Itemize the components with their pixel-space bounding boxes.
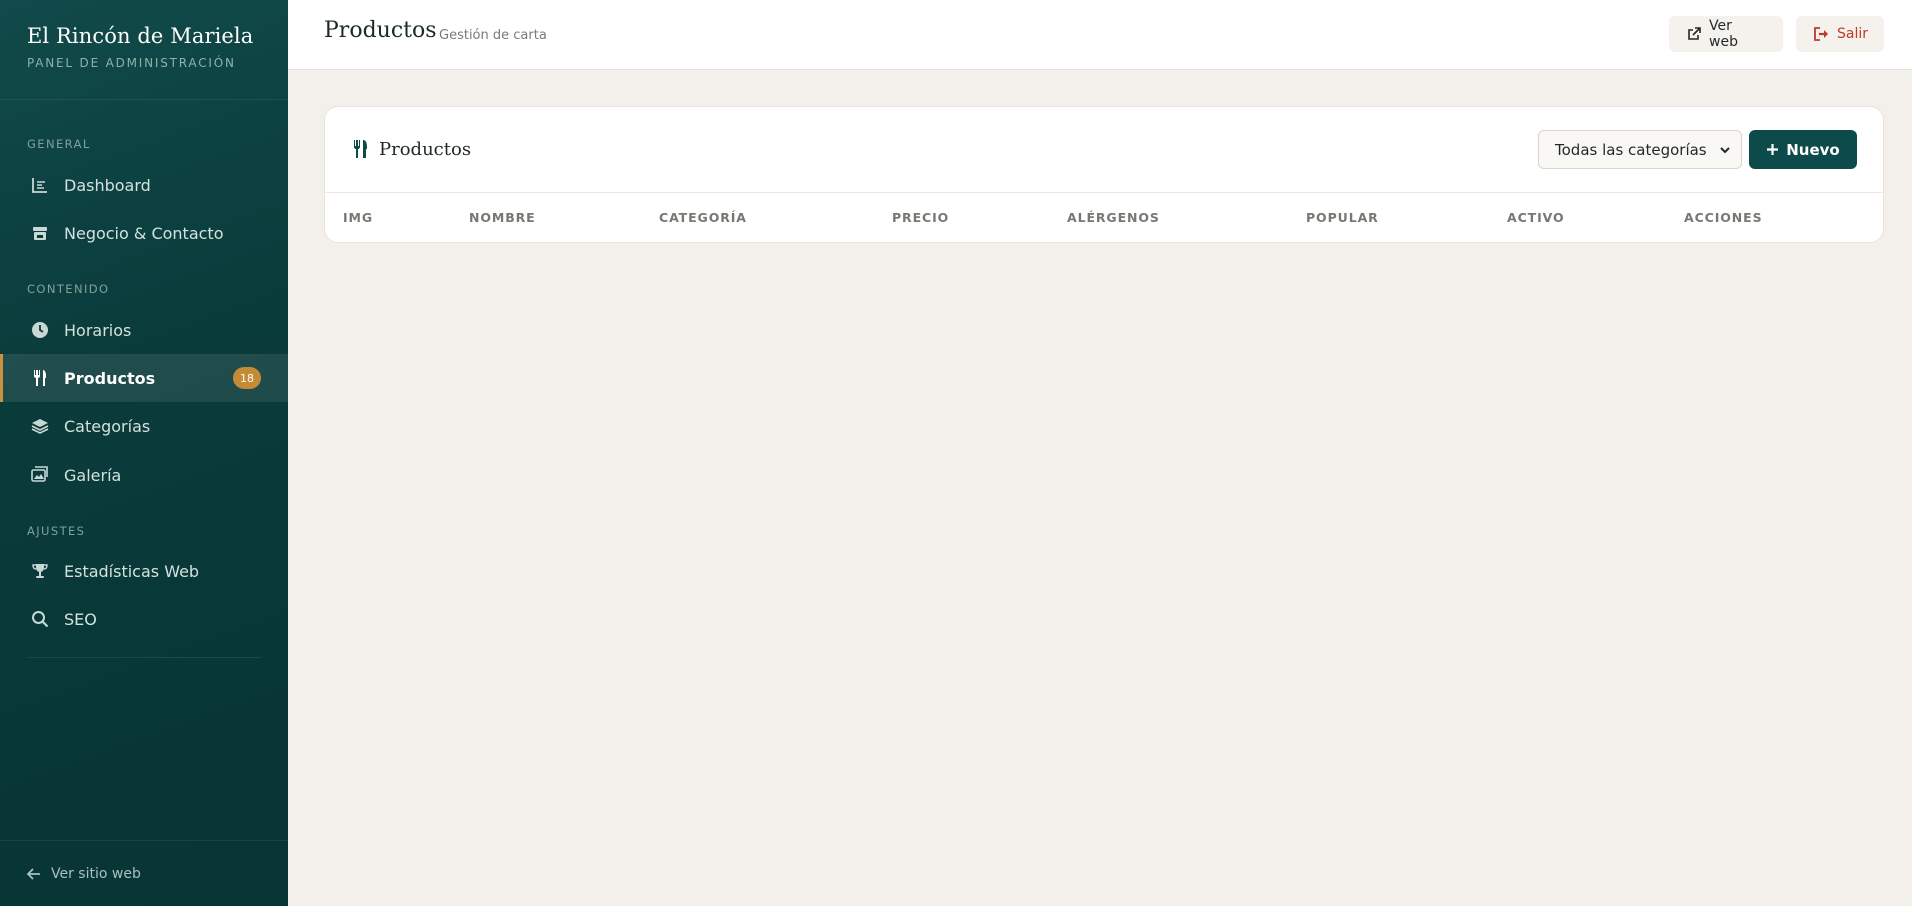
sidebar-item-label: Galería (64, 465, 122, 485)
view-site-label: Ver sitio web (51, 865, 141, 882)
utensils-icon (352, 139, 370, 159)
page-title: Productos (324, 18, 437, 43)
column-header-categoria[interactable]: CATEGORÍA (659, 210, 747, 225)
card-title: Productos (379, 139, 472, 160)
sidebar-item-categorias[interactable]: Categorías (0, 402, 288, 450)
sidebar-item-seo[interactable]: SEO (0, 595, 288, 643)
sidebar-item-label: Productos (64, 368, 156, 388)
column-header-img[interactable]: IMG (343, 210, 373, 225)
sidebar-item-label: Dashboard (64, 175, 151, 195)
page-subtitle: Gestión de carta (439, 28, 547, 43)
brand-title: El Rincón de Mariela (27, 24, 254, 48)
logout-label: Salir (1837, 26, 1869, 42)
card-header: Productos Todas las categorías Nuevo (325, 107, 1883, 193)
new-product-label: Nuevo (1786, 140, 1840, 159)
sidebar-item-label: SEO (64, 609, 97, 629)
view-web-label: Ver web (1709, 18, 1738, 50)
trophy-icon (30, 561, 50, 581)
layers-icon (30, 416, 50, 436)
sidebar-item-negocio[interactable]: Negocio & Contacto (0, 209, 288, 257)
chart-icon (30, 175, 50, 195)
external-link-icon (1687, 27, 1701, 41)
sidebar-item-horarios[interactable]: Horarios (0, 306, 288, 354)
sidebar-divider (27, 657, 261, 658)
brand: El Rincón de Mariela PANEL DE ADMINISTRA… (0, 0, 288, 100)
column-header-activo[interactable]: ACTIVO (1507, 210, 1565, 225)
category-filter-select[interactable]: Todas las categorías (1538, 130, 1742, 169)
view-site-link[interactable]: Ver sitio web (0, 840, 288, 906)
brand-subtitle: PANEL DE ADMINISTRACIÓN (27, 56, 236, 70)
column-header-nombre[interactable]: NOMBRE (469, 210, 536, 225)
category-filter-value: Todas las categorías (1555, 140, 1707, 159)
sidebar-item-estadisticas[interactable]: Estadísticas Web (0, 547, 288, 595)
top-header: Productos Gestión de carta Ver web Salir (288, 0, 1912, 70)
column-header-alergenos[interactable]: ALÉRGENOS (1067, 210, 1160, 225)
clock-icon (30, 320, 50, 340)
section-general: GENERAL (27, 137, 91, 151)
logout-button[interactable]: Salir (1796, 16, 1884, 52)
sidebar: El Rincón de Mariela PANEL DE ADMINISTRA… (0, 0, 288, 906)
count-badge: 18 (233, 367, 261, 389)
column-header-acciones[interactable]: ACCIONES (1684, 210, 1763, 225)
store-icon (30, 223, 50, 243)
sidebar-item-dashboard[interactable]: Dashboard (0, 161, 288, 209)
section-contenido: CONTENIDO (27, 282, 110, 296)
sidebar-item-productos[interactable]: Productos 18 (0, 354, 288, 402)
table-header: IMG NOMBRE CATEGORÍA PRECIO ALÉRGENOS PO… (325, 193, 1883, 241)
sidebar-item-label: Categorías (64, 416, 151, 436)
column-header-precio[interactable]: PRECIO (892, 210, 949, 225)
new-product-button[interactable]: Nuevo (1749, 130, 1857, 169)
images-icon (30, 465, 50, 485)
column-header-popular[interactable]: POPULAR (1306, 210, 1379, 225)
sidebar-item-label: Horarios (64, 320, 132, 340)
search-icon (30, 609, 50, 629)
sidebar-item-label: Negocio & Contacto (64, 223, 224, 243)
chevron-down-icon (1719, 144, 1731, 156)
view-web-button[interactable]: Ver web (1669, 16, 1783, 52)
plus-icon (1766, 143, 1779, 156)
arrow-left-icon (27, 867, 41, 881)
products-card: Productos Todas las categorías Nuevo IMG… (324, 106, 1884, 243)
section-ajustes: AJUSTES (27, 524, 86, 538)
logout-icon (1814, 27, 1829, 41)
utensils-icon (30, 368, 50, 388)
sidebar-item-galeria[interactable]: Galería (0, 451, 288, 499)
sidebar-item-label: Estadísticas Web (64, 561, 200, 581)
